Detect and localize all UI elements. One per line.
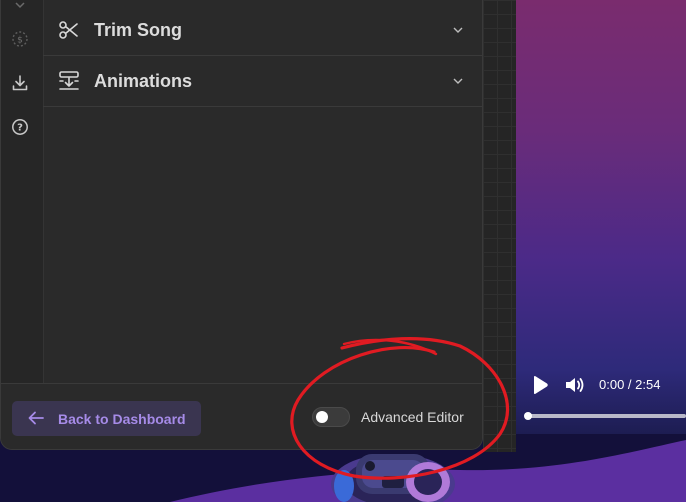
animation-icon [59,71,79,90]
chevron-icon[interactable] [10,0,30,15]
canvas-grid [483,0,516,452]
progress-bar[interactable] [524,412,686,420]
help-icon[interactable]: ? [10,117,30,137]
video-controls: 0:00 / 2:54 [516,366,686,434]
svg-text:?: ? [17,123,23,134]
back-to-dashboard-label: Back to Dashboard [58,411,186,427]
panel-footer: Back to Dashboard Advanced Editor [1,383,482,449]
scissors-icon [59,21,78,39]
section-list: Trim Song Animations [43,0,482,383]
arrow-left-icon [28,411,44,425]
section-trim-song[interactable]: Trim Song [43,5,482,56]
progress-knob[interactable] [524,412,532,420]
advanced-editor-label: Advanced Editor [361,409,464,425]
volume-icon[interactable] [564,375,586,395]
back-to-dashboard-button[interactable]: Back to Dashboard [12,401,201,436]
chevron-down-icon [453,27,463,33]
robot-figure [331,454,455,502]
download-icon[interactable] [10,73,30,93]
section-title: Animations [94,70,193,91]
chevron-down-icon [453,78,463,84]
toggle-knob [316,411,328,423]
section-animations[interactable]: Animations [43,56,482,107]
sidebar-rail: $ ? [1,0,44,383]
editor-panel: $ ? Trim Song Animations Back to Dashboa… [0,0,483,450]
advanced-editor-toggle[interactable] [312,407,350,427]
coin-icon[interactable]: $ [10,29,30,49]
playback-time: 0:00 / 2:54 [599,377,661,392]
play-icon[interactable] [530,374,550,396]
section-title: Trim Song [94,19,183,40]
svg-text:$: $ [17,36,23,46]
